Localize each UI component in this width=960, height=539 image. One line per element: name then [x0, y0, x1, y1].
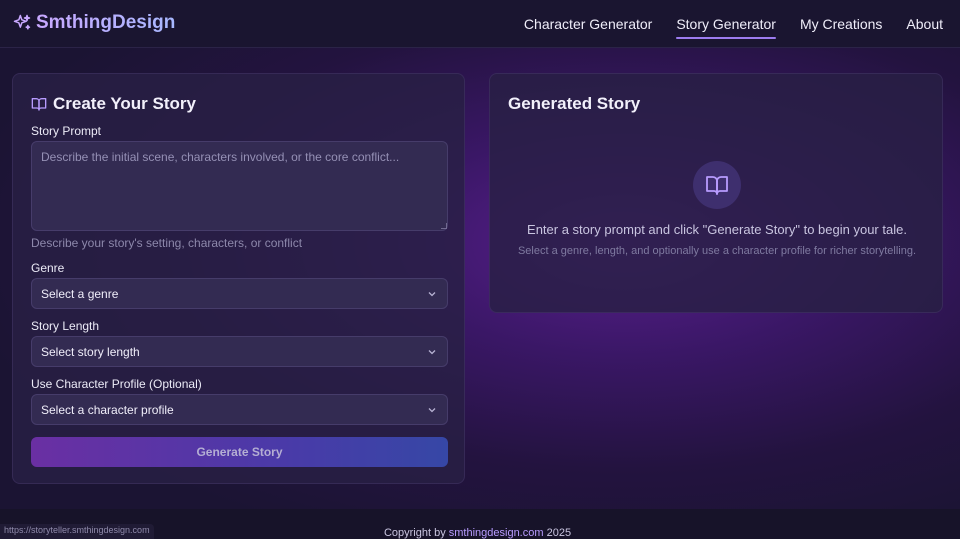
story-form-card: Create Your Story Story Prompt Describe … [12, 73, 465, 484]
story-prompt-input[interactable] [31, 141, 448, 231]
brand-logo[interactable]: SmthingDesign [12, 12, 175, 34]
chevron-down-icon [428, 350, 436, 355]
nav-about[interactable]: About [906, 12, 943, 36]
nav-story-generator[interactable]: Story Generator [676, 12, 776, 39]
character-profile-label: Use Character Profile (Optional) [31, 377, 202, 391]
empty-state-icon-badge [693, 161, 741, 209]
generate-story-button[interactable]: Generate Story [31, 437, 448, 467]
story-length-select[interactable]: Select story length [31, 336, 448, 367]
form-title-text: Create Your Story [53, 94, 196, 113]
chevron-down-icon [428, 292, 436, 297]
nav-character-generator[interactable]: Character Generator [524, 12, 652, 36]
open-book-icon [706, 176, 728, 195]
open-book-icon [31, 98, 47, 111]
form-title: Create Your Story [31, 94, 196, 114]
footer-site-link[interactable]: smthingdesign.com [449, 527, 544, 539]
genre-label: Genre [31, 261, 65, 275]
nav-my-creations[interactable]: My Creations [800, 12, 882, 36]
story-prompt-hint: Describe your story's setting, character… [31, 236, 303, 250]
textarea-resize-handle[interactable] [441, 223, 447, 229]
genre-select[interactable]: Select a genre [31, 278, 448, 309]
copyright-prefix: Copyright by [383, 527, 449, 539]
generated-story-card: Generated Story Enter a story prompt and… [489, 73, 943, 313]
main-nav: Character Generator Story Generator My C… [500, 0, 943, 48]
top-nav-bar: SmthingDesign Character Generator Story … [0, 0, 960, 48]
empty-state-message: Enter a story prompt and click "Generate… [527, 222, 907, 237]
genre-select-value: Select a genre [41, 286, 119, 301]
copyright-suffix: 2025 [543, 527, 572, 539]
output-title: Generated Story [508, 94, 641, 113]
sparkles-icon [13, 14, 31, 30]
character-profile-select[interactable]: Select a character profile [31, 394, 448, 425]
character-profile-select-value: Select a character profile [41, 402, 174, 417]
story-prompt-label: Story Prompt [31, 124, 102, 138]
chevron-down-icon [428, 408, 436, 413]
story-length-select-value: Select story length [41, 344, 140, 359]
story-length-label: Story Length [31, 319, 100, 333]
status-bar-url: https://storyteller.smthingdesign.com [0, 524, 154, 539]
brand-name: SmthingDesign [36, 12, 176, 33]
empty-state-subtext: Select a genre, length, and optionally u… [517, 245, 917, 257]
